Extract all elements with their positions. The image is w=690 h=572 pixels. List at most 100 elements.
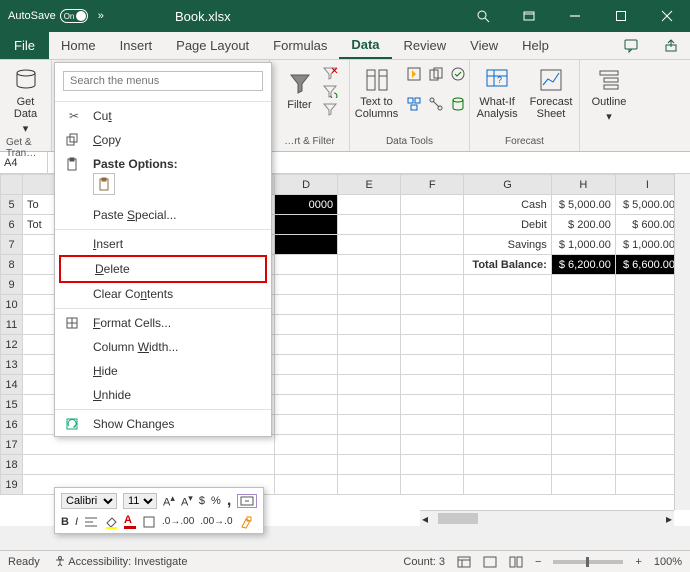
zoom-out-icon[interactable]: − <box>535 556 541 568</box>
flash-fill-icon[interactable] <box>406 66 424 92</box>
view-normal-icon[interactable] <box>457 556 471 568</box>
scroll-right-icon[interactable]: ▸ <box>666 512 672 526</box>
col-header-h[interactable]: H <box>551 175 615 195</box>
col-header-f[interactable]: F <box>401 175 464 195</box>
toggle-switch[interactable]: On <box>60 9 88 23</box>
paste-option-icon[interactable] <box>93 173 115 195</box>
view-break-icon[interactable] <box>509 556 523 568</box>
menu-column-width[interactable]: Column Width... <box>55 335 271 359</box>
scroll-thumb[interactable] <box>438 513 478 524</box>
row-header[interactable]: 17 <box>1 435 23 455</box>
menu-copy[interactable]: Copy <box>55 128 271 152</box>
consolidate-icon[interactable] <box>406 96 424 122</box>
tab-help[interactable]: Help <box>510 32 561 59</box>
text-to-columns-button[interactable]: Text to Columns <box>351 64 402 122</box>
format-painter-icon[interactable] <box>239 515 253 529</box>
relationships-icon[interactable] <box>428 96 446 122</box>
row-header[interactable]: 8 <box>1 255 23 275</box>
col-header-g[interactable]: G <box>464 175 552 195</box>
search-title-icon[interactable] <box>460 0 506 32</box>
row-header[interactable]: 11 <box>1 315 23 335</box>
vertical-scrollbar[interactable] <box>674 174 690 510</box>
accessibility-status[interactable]: Accessibility: Investigate <box>54 555 188 568</box>
minimize-button[interactable] <box>552 0 598 32</box>
row-header[interactable]: 7 <box>1 235 23 255</box>
decrease-font-icon[interactable]: A▾ <box>181 493 193 509</box>
close-button[interactable] <box>644 0 690 32</box>
outline-button[interactable]: Outline ▾ <box>588 64 631 125</box>
row-header[interactable]: 9 <box>1 275 23 295</box>
zoom-slider[interactable] <box>553 560 623 564</box>
menu-paste-special[interactable]: Paste Special... <box>55 203 271 227</box>
get-data-button[interactable]: Get Data ▾ <box>8 64 44 137</box>
decrease-decimal-icon[interactable]: .00→.0 <box>200 516 232 527</box>
zoom-in-icon[interactable]: + <box>635 556 641 568</box>
row-header[interactable]: 15 <box>1 395 23 415</box>
menu-unhide[interactable]: Unhide <box>55 383 271 407</box>
comments-button[interactable] <box>612 32 652 59</box>
tab-formulas[interactable]: Formulas <box>261 32 339 59</box>
view-layout-icon[interactable] <box>483 556 497 568</box>
row-header[interactable]: 10 <box>1 295 23 315</box>
advanced-filter-icon[interactable] <box>322 102 338 116</box>
currency-icon[interactable]: $ <box>199 495 205 507</box>
align-icon[interactable] <box>84 516 98 528</box>
reapply-icon[interactable] <box>322 84 338 98</box>
row-header[interactable]: 14 <box>1 375 23 395</box>
font-select[interactable]: Calibri <box>61 493 117 509</box>
what-if-button[interactable]: ? What-If Analysis <box>473 64 522 122</box>
tab-file[interactable]: File <box>0 32 49 59</box>
font-color-icon[interactable]: A <box>124 514 136 529</box>
autosave-toggle[interactable]: AutoSave On » <box>0 9 112 23</box>
zoom-level[interactable]: 100% <box>654 556 682 568</box>
more-icon[interactable]: » <box>98 10 104 22</box>
tab-review[interactable]: Review <box>392 32 459 59</box>
menu-cut[interactable]: ✂Cut <box>55 104 271 128</box>
tab-page-layout[interactable]: Page Layout <box>164 32 261 59</box>
remove-duplicates-icon[interactable] <box>428 66 446 92</box>
col-header-d[interactable]: D <box>275 175 338 195</box>
row-header[interactable]: 6 <box>1 215 23 235</box>
data-validation-icon[interactable] <box>450 66 468 92</box>
merge-icon[interactable] <box>237 494 257 508</box>
scroll-left-icon[interactable]: ◂ <box>422 512 428 526</box>
tab-view[interactable]: View <box>458 32 510 59</box>
border-icon[interactable] <box>142 515 156 529</box>
col-header-i[interactable]: I <box>615 175 679 195</box>
menu-delete[interactable]: Delete <box>59 255 267 283</box>
data-model-icon[interactable] <box>450 96 468 122</box>
percent-icon[interactable]: % <box>211 495 221 507</box>
size-select[interactable]: 11 <box>123 493 157 509</box>
name-box[interactable]: A4 <box>0 152 48 173</box>
fill-color-icon[interactable] <box>104 515 118 529</box>
row-header[interactable]: 5 <box>1 195 23 215</box>
row-header[interactable]: 12 <box>1 335 23 355</box>
tab-home[interactable]: Home <box>49 32 108 59</box>
row-header[interactable]: 18 <box>1 455 23 475</box>
share-button[interactable] <box>652 32 690 59</box>
menu-hide[interactable]: Hide <box>55 359 271 383</box>
tab-insert[interactable]: Insert <box>108 32 165 59</box>
menu-format-cells[interactable]: Format Cells... <box>55 311 271 335</box>
maximize-button[interactable] <box>598 0 644 32</box>
clear-filter-icon[interactable] <box>322 66 338 80</box>
italic-icon[interactable]: I <box>75 516 78 528</box>
comma-icon[interactable]: , <box>227 492 231 510</box>
bold-icon[interactable]: B <box>61 516 69 528</box>
row-header[interactable]: 16 <box>1 415 23 435</box>
menu-clear-contents[interactable]: Clear Contents <box>55 282 271 306</box>
col-header-e[interactable]: E <box>338 175 401 195</box>
menu-show-changes[interactable]: Show Changes <box>55 412 271 436</box>
tab-data[interactable]: Data <box>339 32 391 59</box>
filter-button[interactable]: Filter <box>282 64 318 116</box>
row-header[interactable]: 13 <box>1 355 23 375</box>
menu-search-input[interactable] <box>63 71 263 91</box>
row-header[interactable]: 19 <box>1 475 23 495</box>
forecast-sheet-button[interactable]: Forecast Sheet <box>526 64 577 122</box>
ribbon-display-icon[interactable] <box>506 0 552 32</box>
menu-insert[interactable]: Insert <box>55 232 271 256</box>
increase-decimal-icon[interactable]: .0→.00 <box>162 516 194 527</box>
horizontal-scrollbar[interactable]: ◂ ▸ <box>420 510 674 526</box>
increase-font-icon[interactable]: A▴ <box>163 493 175 509</box>
select-all[interactable] <box>1 175 23 195</box>
